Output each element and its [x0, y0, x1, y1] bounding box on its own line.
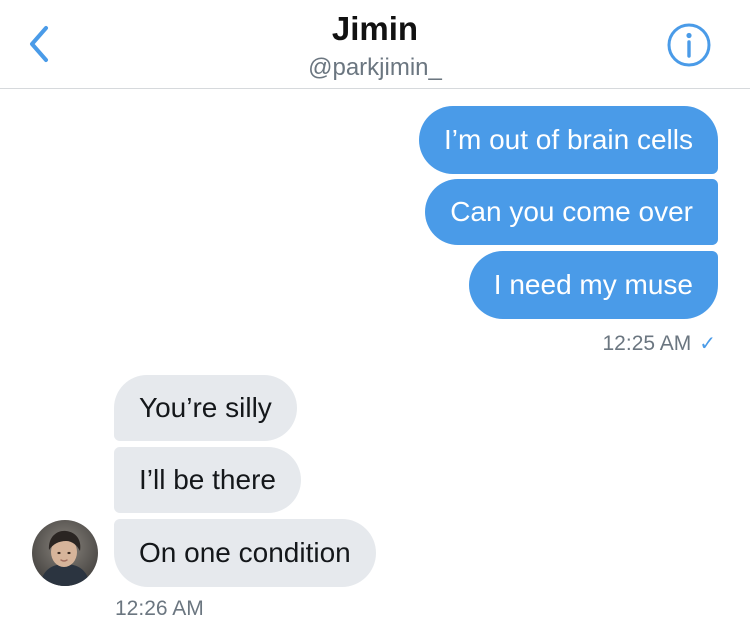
avatar[interactable] — [32, 520, 98, 586]
incoming-timestamp: 12:26 AM — [115, 597, 204, 620]
incoming-message[interactable]: On one condition — [114, 519, 376, 587]
outgoing-timestamp-row: 12:25 AM ✓ — [603, 331, 717, 356]
conversation-handle: @parkjimin_ — [308, 54, 442, 81]
outgoing-timestamp: 12:25 AM — [602, 331, 692, 355]
incoming-message[interactable]: You’re silly — [114, 375, 297, 441]
info-circle-icon — [667, 23, 711, 67]
info-button[interactable] — [666, 22, 712, 68]
avatar-image — [32, 520, 98, 586]
checkmark-icon: ✓ — [699, 333, 716, 355]
outgoing-message[interactable]: I need my muse — [468, 251, 718, 319]
outgoing-message[interactable]: Can you come over — [425, 179, 718, 245]
incoming-message[interactable]: I’ll be there — [114, 447, 301, 513]
conversation-header: Jimin @parkjimin_ — [0, 0, 750, 89]
outgoing-message[interactable]: I’m out of brain cells — [419, 106, 718, 174]
conversation-title[interactable]: Jimin — [0, 10, 750, 48]
